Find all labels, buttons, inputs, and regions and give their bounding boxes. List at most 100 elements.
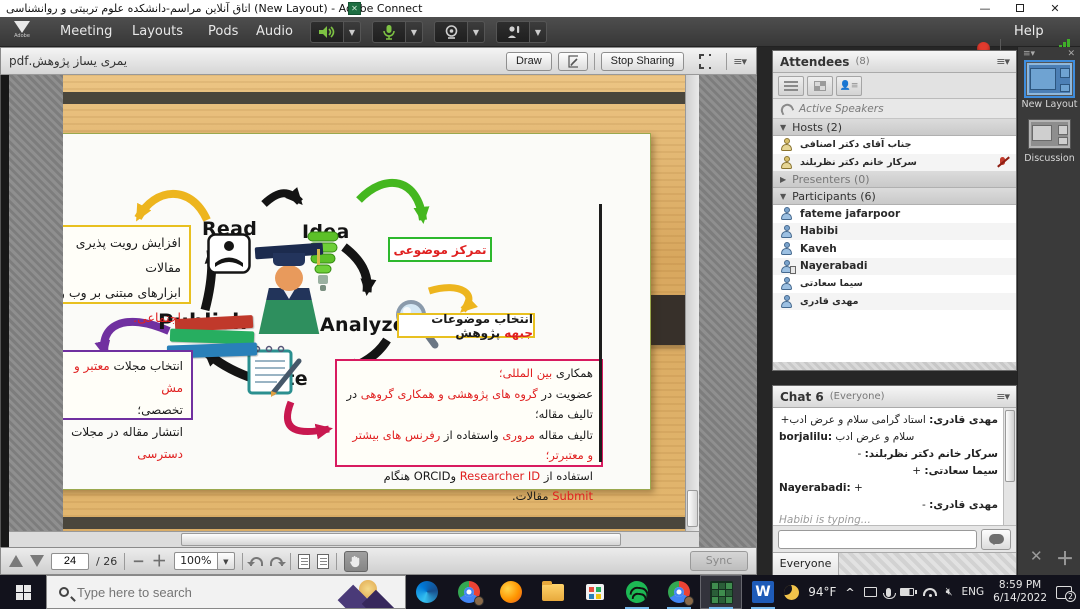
menu-help[interactable]: Help — [1014, 17, 1044, 47]
mic-dropdown[interactable]: ▼ — [406, 21, 423, 43]
layout-label: New Layout — [1018, 99, 1080, 110]
chat-message-input[interactable] — [778, 530, 977, 549]
chat-scrollbar[interactable] — [1003, 408, 1016, 526]
vertical-scrollbar-thumb[interactable] — [687, 490, 698, 527]
menu-meeting[interactable]: Meeting — [56, 17, 116, 47]
taskbar-spotify[interactable] — [616, 575, 658, 609]
taskbar-chrome[interactable] — [448, 575, 490, 609]
status-dropdown[interactable]: ▼ — [530, 21, 547, 43]
horizontal-scrollbar[interactable] — [9, 531, 699, 547]
attendees-view-toolbar: 👤≡ — [773, 73, 1016, 99]
close-button[interactable]: ✕ — [1040, 1, 1070, 16]
language-indicator[interactable]: ENG — [962, 586, 985, 598]
attendees-title: Attendees — [780, 55, 849, 69]
grid-view-button[interactable] — [807, 76, 833, 96]
fullscreen-button[interactable] — [690, 52, 720, 71]
add-tool-icon[interactable]: ＋ — [1056, 545, 1074, 571]
raise-hand-button[interactable] — [496, 21, 530, 43]
taskbar-store[interactable] — [574, 575, 616, 609]
restore-button[interactable] — [1005, 1, 1035, 16]
rotate-left-button[interactable] — [250, 557, 263, 566]
layout-bar-menu-icon[interactable]: ≡▾ — [1023, 49, 1035, 59]
taskbar-adobe-connect[interactable] — [700, 575, 742, 609]
zoom-in-button[interactable]: ＋ — [152, 554, 167, 568]
send-message-button[interactable] — [981, 529, 1011, 550]
layout-label: Discussion — [1018, 153, 1080, 164]
fit-page-button[interactable] — [298, 554, 310, 569]
pointer-tool-button[interactable] — [558, 52, 588, 71]
zoom-out-button[interactable]: − — [132, 554, 145, 568]
taskbar-firefox[interactable] — [490, 575, 532, 609]
host-row[interactable]: سرکار خانم دکتر نظربلند — [773, 154, 1016, 172]
participant-row[interactable]: سیما سعادتی — [773, 275, 1016, 293]
yellow-callout-box-left: افزایش رویت پذیری مقالات ابزارهای مبتنی … — [63, 225, 191, 304]
webcam-button[interactable] — [434, 21, 468, 43]
sync-button[interactable]: Sync — [690, 551, 748, 571]
mic-tray-icon[interactable] — [886, 588, 891, 597]
webcam-dropdown[interactable]: ▼ — [468, 21, 485, 43]
attendees-pod-menu-icon[interactable]: ≡▾ — [996, 55, 1009, 68]
start-button[interactable] — [0, 575, 46, 609]
stop-sharing-button[interactable]: Stop Sharing — [601, 52, 685, 71]
vertical-scrollbar[interactable] — [685, 75, 699, 531]
next-page-button[interactable] — [30, 555, 44, 567]
layout-bar-close-icon[interactable]: ✕ — [1067, 49, 1075, 59]
zoom-dropdown[interactable]: ▼ — [218, 552, 235, 570]
participant-row[interactable]: مهدی قادری — [773, 293, 1016, 311]
host-row[interactable]: جناب آقای دکتر اصنافی — [773, 136, 1016, 154]
menu-audio[interactable]: Audio — [252, 17, 297, 47]
fit-width-button[interactable] — [317, 554, 329, 569]
zoom-level-value[interactable]: 100% — [174, 552, 218, 570]
pan-tool-button[interactable] — [344, 551, 368, 572]
chat-scrollbar-thumb[interactable] — [1005, 410, 1015, 482]
participant-row[interactable]: Nayerabadi — [773, 258, 1016, 276]
minimize-button[interactable]: — — [970, 1, 1000, 16]
draw-button[interactable]: Draw — [506, 52, 552, 71]
pod-resize-edge[interactable] — [773, 362, 1016, 370]
menu-pods[interactable]: Pods — [204, 17, 242, 47]
layout-thumb-new-layout[interactable] — [1026, 62, 1073, 96]
speaker-button[interactable] — [310, 21, 344, 43]
wifi-tray-icon[interactable] — [923, 588, 937, 596]
mic-button[interactable] — [372, 21, 406, 43]
layout-thumb-discussion[interactable] — [1028, 119, 1071, 149]
section-presenters[interactable]: ▶ Presenters (0) — [773, 171, 1016, 188]
host-avatar — [780, 156, 793, 169]
status-view-button[interactable]: 👤≡ — [836, 76, 862, 96]
weather-temp[interactable]: 94°F — [808, 585, 836, 599]
taskbar-chrome-profile[interactable] — [658, 575, 700, 609]
layout-bar: ≡▾ ✕ New Layout Discussion ✕ ＋ — [1017, 47, 1080, 575]
participant-row[interactable]: fateme jafarpoor — [773, 205, 1016, 223]
taskbar-edge[interactable] — [406, 575, 448, 609]
taskbar-search[interactable] — [46, 575, 406, 609]
participant-row[interactable]: Kaveh — [773, 240, 1016, 258]
page-number-input[interactable] — [51, 553, 89, 570]
phone-badge-icon — [790, 266, 796, 274]
display-tray-icon[interactable] — [864, 587, 877, 597]
menu-layouts[interactable]: Layouts — [128, 17, 187, 47]
chat-pod-menu-icon[interactable]: ≡▾ — [996, 390, 1009, 403]
speaker-dropdown[interactable]: ▼ — [344, 21, 361, 43]
notification-center-icon[interactable]: 2 — [1056, 586, 1072, 599]
search-input[interactable] — [77, 585, 307, 600]
tab-everyone[interactable]: Everyone — [773, 553, 839, 576]
clock[interactable]: 8:59 PM 6/14/2022 — [993, 579, 1047, 605]
battery-tray-icon[interactable] — [900, 588, 914, 596]
horizontal-scrollbar-thumb[interactable] — [181, 533, 621, 546]
volume-muted-icon[interactable]: 🔇︎ — [946, 585, 953, 599]
section-hosts[interactable]: ▼ Hosts (2) — [773, 119, 1016, 136]
weather-moon-icon[interactable] — [784, 585, 799, 600]
speaker-icon — [318, 25, 336, 39]
previous-page-button[interactable] — [9, 555, 23, 567]
green-callout-box: تمرکز موضوعی — [388, 237, 492, 262]
taskbar-file-explorer[interactable] — [532, 575, 574, 609]
share-pod-menu-icon[interactable]: ≡▾ — [733, 55, 746, 68]
zoom-combo: 100% ▼ — [174, 552, 235, 570]
hidden-icons-chevron[interactable]: ^ — [845, 586, 854, 599]
rotate-right-button[interactable] — [270, 557, 283, 566]
list-view-button[interactable] — [778, 76, 804, 96]
section-participants[interactable]: ▼ Participants (6) — [773, 188, 1016, 205]
participant-row[interactable]: Habibi — [773, 223, 1016, 241]
close-tool-icon[interactable]: ✕ — [1030, 547, 1043, 565]
taskbar-word[interactable]: W — [742, 575, 784, 609]
